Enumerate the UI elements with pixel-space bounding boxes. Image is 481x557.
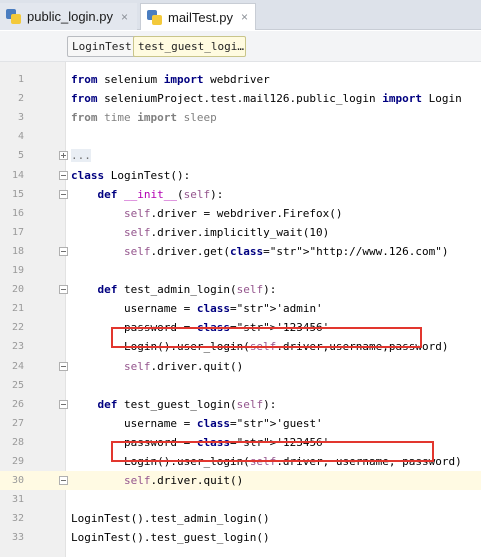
close-icon[interactable]: × [241,10,248,24]
code-line[interactable]: 15 def __init__(self): [0,185,481,204]
code-line[interactable]: 18 self.driver.get(class="str">"http://w… [0,242,481,261]
code-line[interactable]: 4 [0,127,481,146]
tab-public-login[interactable]: public_login.py × [0,3,137,30]
code-text: self.driver.quit() [123,474,244,488]
fold-toggle-icon[interactable] [59,189,68,199]
code-line[interactable]: 2 from seleniumProject.test.mail126.publi… [0,89,481,108]
line-number: 20 [11,284,24,296]
code-line[interactable]: 21 username = class="str">'admin' [0,299,481,318]
breadcrumb: LoginTest test_guest_logi… [0,31,481,62]
code-text: LoginTest().test_admin_login() [71,512,270,526]
code-text: self.driver = webdriver.Firefox() [123,206,343,220]
code-line[interactable]: 32 LoginTest().test_admin_login() [0,509,481,528]
code-text: username = class="str">'guest' [71,416,323,430]
line-number: 22 [11,322,24,334]
code-line[interactable]: 16 self.driver = webdriver.Firefox() [0,204,481,223]
code-line[interactable]: 26 def test_guest_login(self): [0,395,481,414]
line-number: 26 [11,398,24,410]
line-number: 15 [11,188,24,200]
tab-label: mailTest.py [168,9,234,25]
line-number: 33 [11,532,24,544]
line-number: 21 [11,303,24,315]
python-file-icon [147,9,162,25]
fold-toggle-icon[interactable] [59,246,68,256]
highlight-box [111,327,422,348]
editor-tab-bar: public_login.py × mailTest.py × [0,0,481,30]
tab-mailtest[interactable]: mailTest.py × [140,3,256,30]
line-number: 24 [11,360,24,372]
line-number: 30 [11,475,24,487]
code-text: from seleniumProject.test.mail126.public… [71,92,462,106]
code-line[interactable]: 1 from selenium import webdriver [0,70,481,89]
line-number: 2 [17,93,24,105]
code-line[interactable]: 5... [0,146,481,165]
code-line[interactable]: 25 [0,376,481,395]
code-text: from selenium import webdriver [71,73,270,86]
code-text: def test_admin_login(self): [97,283,277,297]
code-line[interactable]: 31 [0,490,481,509]
fold-toggle-icon[interactable] [59,170,68,180]
code-text: from time import sleep [71,111,217,125]
fold-toggle-icon[interactable] [59,361,68,371]
code-text: self.driver.get(class="str">"http://www.… [123,244,449,258]
code-line[interactable]: 27 username = class="str">'guest' [0,414,481,433]
fold-toggle-icon[interactable] [59,285,68,295]
python-file-icon [6,9,21,24]
line-number: 32 [11,513,24,525]
code-line[interactable]: 33 LoginTest().test_guest_login() [0,528,481,547]
fold-toggle-icon[interactable] [59,399,68,409]
tab-label: public_login.py [27,9,114,24]
breadcrumb-method[interactable]: test_guest_logi… [133,36,246,57]
line-number: 17 [11,226,24,238]
code-line[interactable]: 3 from time import sleep [0,108,481,127]
close-icon[interactable]: × [121,10,128,24]
line-number: 18 [11,245,24,257]
line-number: 3 [17,112,24,124]
code-text: def __init__(self): [97,187,224,201]
code-text: self.driver.implicitly_wait(10) [123,225,330,239]
line-number: 25 [11,379,24,391]
line-number: 14 [11,169,24,181]
line-number: 31 [11,494,24,506]
line-number: 23 [11,341,24,353]
code-line[interactable]: 14 class LoginTest(): [0,166,481,185]
code-line[interactable]: 17 self.driver.implicitly_wait(10) [0,223,481,242]
code-line[interactable]: 20 def test_admin_login(self): [0,280,481,299]
code-text: username = class="str">'admin' [71,302,323,316]
fold-toggle-icon[interactable] [59,151,68,161]
line-number: 19 [11,265,24,276]
line-number: 4 [17,131,24,143]
line-number: 27 [11,417,24,429]
code-line[interactable]: 19 [0,261,481,280]
code-text: LoginTest().test_guest_login() [71,531,270,545]
breadcrumb-class[interactable]: LoginTest [67,36,137,57]
line-number: 5 [17,150,24,162]
highlight-box [111,441,434,462]
code-text: class LoginTest(): [71,168,191,182]
code-text: def test_guest_login(self): [97,397,277,411]
code-text: self.driver.quit() [123,359,244,373]
line-number: 29 [11,456,24,467]
code-line[interactable]: 24 self.driver.quit() [0,357,481,376]
line-number: 16 [11,207,24,219]
code-text: ... [71,149,91,163]
line-number: 1 [17,74,24,85]
code-line[interactable]: 30 self.driver.quit() [0,471,481,491]
line-number: 28 [11,436,24,448]
fold-toggle-icon[interactable] [59,476,68,486]
